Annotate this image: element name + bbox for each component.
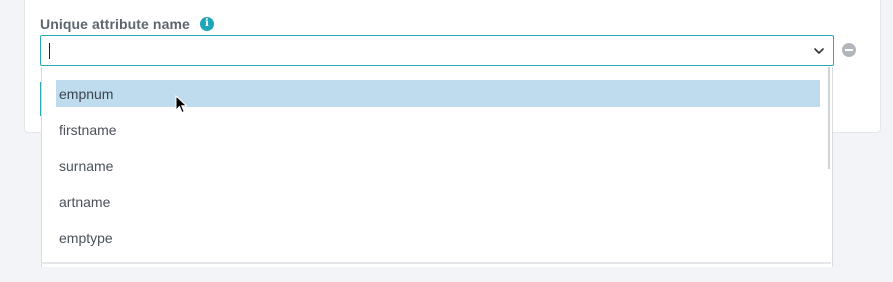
dropdown-option-empnum[interactable]: empnum: [56, 80, 820, 107]
dropdown-option-surname[interactable]: surname: [56, 152, 820, 179]
info-icon[interactable]: i: [199, 17, 214, 31]
text-caret: [49, 43, 50, 59]
dropdown-bottom-edge: [41, 262, 831, 264]
chevron-down-icon[interactable]: [813, 45, 825, 57]
unique-attribute-select[interactable]: [40, 35, 834, 66]
unique-attribute-input[interactable]: [48, 39, 788, 63]
field-label-row: Unique attribute name i: [40, 15, 214, 33]
dropdown-scrollbar[interactable]: [828, 67, 830, 169]
dropdown-menu[interactable]: empnum firstname surname artname emptype: [41, 67, 833, 267]
dropdown-option-emptype[interactable]: emptype: [56, 224, 820, 251]
mouse-pointer-icon: [175, 95, 188, 114]
minus-circle-icon[interactable]: [842, 43, 856, 57]
dropdown-option-firstname[interactable]: firstname: [56, 116, 820, 143]
field-label: Unique attribute name: [40, 16, 190, 32]
dropdown-option-artname[interactable]: artname: [56, 188, 820, 215]
